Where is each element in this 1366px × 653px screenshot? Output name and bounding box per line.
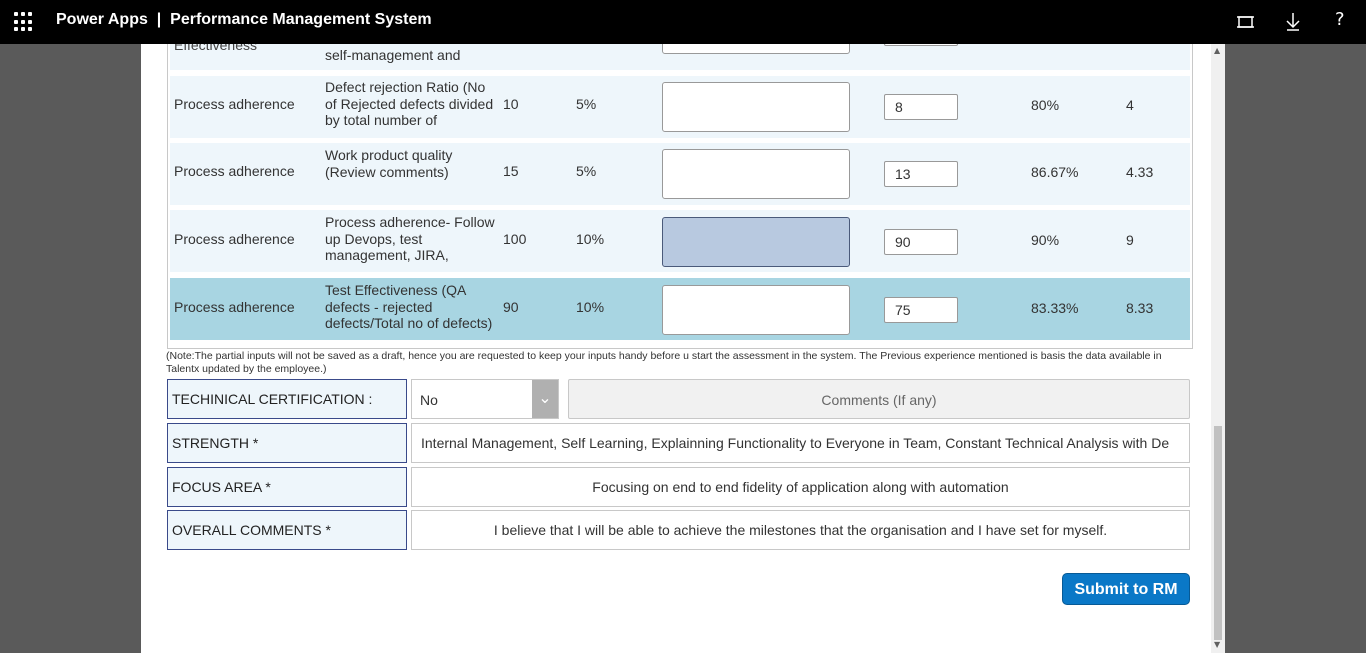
strength-label: STRENGTH *	[167, 423, 407, 463]
row-weight: 10%	[576, 299, 605, 315]
gallery-row-partial[interactable]: Effectiveness self-management and	[170, 44, 1190, 70]
submit-to-rm-button[interactable]: Submit to RM	[1062, 573, 1190, 605]
row-achievement: 90%	[1031, 232, 1060, 248]
vertical-scrollbar[interactable]: ▲ ▼	[1211, 44, 1225, 653]
row-score: 9	[1126, 232, 1134, 248]
row-target: 10	[503, 96, 519, 112]
row-kpi: self-management and	[325, 47, 461, 63]
achievement-input[interactable]	[662, 217, 850, 267]
achievement-input[interactable]	[662, 44, 850, 54]
row-weight: 5%	[576, 96, 597, 112]
app-header: Power Apps | Performance Management Syst…	[0, 0, 1366, 44]
fit-screen-icon[interactable]	[1236, 12, 1256, 32]
app-title: Power Apps | Performance Management Syst…	[56, 11, 432, 29]
self-rating-input[interactable]	[884, 44, 958, 46]
row-achievement: 86.67%	[1031, 164, 1079, 180]
self-rating-input[interactable]: 75	[884, 297, 958, 323]
certification-comments-input[interactable]: Comments (If any)	[568, 379, 1190, 419]
row-achievement: 80%	[1031, 97, 1060, 113]
row-target: 15	[503, 163, 519, 179]
achievement-input[interactable]	[662, 82, 850, 132]
scroll-down-icon[interactable]: ▼	[1214, 640, 1220, 649]
kpi-gallery: Effectiveness self-management and Proces…	[167, 44, 1193, 349]
strength-input[interactable]: Internal Management, Self Learning, Expl…	[411, 423, 1190, 463]
row-kpi: Work product quality (Review comments)	[325, 147, 453, 180]
focus-area-input[interactable]: Focusing on end to end fidelity of appli…	[411, 467, 1190, 507]
row-kpi: Process adherence- Follow up Devops, tes…	[325, 214, 495, 264]
row-weight: 5%	[576, 163, 597, 179]
app-name: Power Apps	[56, 11, 148, 28]
self-rating-input[interactable]: 13	[884, 161, 958, 187]
self-rating-input[interactable]: 8	[884, 94, 958, 120]
achievement-input[interactable]	[662, 149, 850, 199]
row-category: Effectiveness	[174, 44, 258, 53]
title-separator: |	[156, 11, 162, 28]
gallery-row[interactable]: Process adherence Defect rejection Ratio…	[170, 76, 1190, 138]
gallery-row-selected[interactable]: Process adherence Test Effectiveness (QA…	[170, 278, 1190, 340]
row-category: Process adherence	[174, 231, 295, 247]
waffle-icon[interactable]	[14, 12, 34, 32]
row-category: Process adherence	[174, 96, 295, 112]
help-icon[interactable]: ?	[1335, 9, 1345, 30]
row-kpi: Defect rejection Ratio (No of Rejected d…	[325, 79, 494, 129]
row-target: 90	[503, 299, 519, 315]
overall-comments-label: OVERALL COMMENTS *	[167, 510, 407, 550]
row-score: 8.33	[1126, 300, 1154, 316]
dropdown-value: No	[420, 392, 438, 408]
row-kpi: Test Effectiveness (QA defects - rejecte…	[325, 282, 493, 331]
self-rating-input[interactable]: 90	[884, 229, 958, 255]
row-score: 4.33	[1126, 164, 1154, 180]
row-score: 4	[1126, 97, 1134, 113]
row-achievement: 83.33%	[1031, 300, 1079, 316]
row-target: 100	[503, 231, 527, 247]
row-category: Process adherence	[174, 299, 295, 315]
chevron-down-icon[interactable]: ⌄	[532, 380, 558, 418]
download-icon[interactable]	[1284, 11, 1302, 31]
focus-area-label: FOCUS AREA *	[167, 467, 407, 507]
gallery-row[interactable]: Process adherence Process adherence- Fol…	[170, 210, 1190, 272]
certification-dropdown[interactable]: No ⌄	[411, 379, 559, 419]
overall-comments-input[interactable]: I believe that I will be able to achieve…	[411, 510, 1190, 550]
scroll-thumb[interactable]	[1214, 426, 1222, 640]
row-category: Process adherence	[174, 163, 295, 179]
achievement-input[interactable]	[662, 285, 850, 335]
row-weight: 10%	[576, 231, 605, 247]
form-canvas: Effectiveness self-management and Proces…	[141, 44, 1225, 653]
draft-note: (Note:The partial inputs will not be sav…	[166, 350, 1162, 375]
certification-label: TECHINICAL CERTIFICATION :	[167, 379, 407, 419]
gallery-row[interactable]: Process adherence Work product quality (…	[170, 143, 1190, 205]
scroll-up-icon[interactable]: ▲	[1214, 46, 1220, 55]
app-page-title: Performance Management System	[170, 11, 432, 28]
